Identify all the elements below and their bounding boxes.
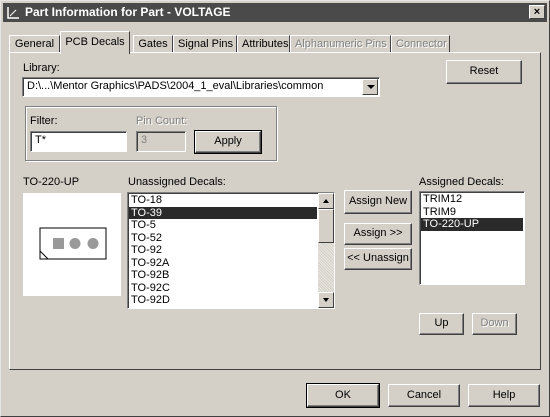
tab-signal-pins[interactable]: Signal Pins xyxy=(173,35,237,53)
list-item[interactable]: TO-92A xyxy=(129,257,317,270)
list-item[interactable]: TO-39 xyxy=(129,206,317,219)
tab-alphanumeric-pins: Alphanumeric Pins xyxy=(290,35,391,53)
list-item[interactable]: TO-5 xyxy=(129,219,317,232)
up-button[interactable]: Up xyxy=(419,313,464,335)
tab-gates[interactable]: Gates xyxy=(133,35,173,53)
ok-button[interactable]: OK xyxy=(306,383,380,408)
tab-connector: Connector xyxy=(391,35,450,53)
part-information-dialog: Part Information for Part - VOLTAGE × Ge… xyxy=(0,0,550,417)
list-item[interactable]: TRIM9 xyxy=(421,206,523,219)
list-item[interactable]: TO-220-UP xyxy=(421,218,523,231)
assigned-decals-label: Assigned Decals: xyxy=(419,176,504,188)
unassigned-decals-list[interactable]: TO-18 TO-39 TO-5 TO-52 TO-92 TO-92A TO-9… xyxy=(127,192,335,309)
pin-count-value: 3 xyxy=(141,134,148,146)
app-icon xyxy=(7,7,19,19)
library-combo[interactable]: D:\...\Mentor Graphics\PADS\2004_1_eval\… xyxy=(22,77,380,97)
preview-label: TO-220-UP xyxy=(23,176,80,188)
window-title: Part Information for Part - VOLTAGE xyxy=(25,5,231,19)
decal-preview-graphic xyxy=(39,227,107,260)
list-item[interactable]: TO-92 xyxy=(129,244,317,257)
vertical-scrollbar[interactable] xyxy=(318,193,334,308)
reset-button[interactable]: Reset xyxy=(446,60,522,84)
tab-attributes[interactable]: Attributes xyxy=(237,35,290,53)
list-item[interactable]: TRIM12 xyxy=(421,193,523,206)
unassigned-decals-label: Unassigned Decals: xyxy=(128,176,226,188)
pcb-decals-panel: Library: D:\...\Mentor Graphics\PADS\200… xyxy=(9,52,541,370)
list-item[interactable]: TO-92D xyxy=(129,294,317,307)
close-button[interactable]: × xyxy=(529,5,545,19)
pin-count-input: 3 xyxy=(136,131,186,152)
list-item[interactable]: TO-92B xyxy=(129,269,317,282)
apply-button[interactable]: Apply xyxy=(194,130,262,154)
assigned-decals-list[interactable]: TRIM12 TRIM9 TO-220-UP xyxy=(419,191,525,285)
cancel-button[interactable]: Cancel xyxy=(388,384,460,407)
filter-value: T* xyxy=(35,134,46,146)
pin-count-label: Pin Count: xyxy=(136,115,188,127)
scroll-down-icon[interactable] xyxy=(318,292,334,308)
tab-pcb-decals[interactable]: PCB Decals xyxy=(60,31,130,54)
filter-label: Filter: xyxy=(30,115,58,127)
help-button[interactable]: Help xyxy=(468,384,540,407)
unassign-button[interactable]: << Unassign xyxy=(344,248,412,270)
filter-input[interactable]: T* xyxy=(30,131,127,152)
list-item[interactable]: TO-18 xyxy=(129,194,317,207)
assign-button[interactable]: Assign >> xyxy=(344,223,412,245)
library-label: Library: xyxy=(23,62,60,74)
scroll-thumb[interactable] xyxy=(318,209,334,243)
close-icon: × xyxy=(533,6,541,18)
filter-group: Filter: T* Pin Count: 3 Apply xyxy=(25,106,277,161)
tab-general[interactable]: General xyxy=(9,35,60,53)
assign-new-button[interactable]: Assign New xyxy=(344,190,412,214)
library-value: D:\...\Mentor Graphics\PADS\2004_1_eval\… xyxy=(27,80,324,92)
decal-preview xyxy=(23,193,121,296)
list-item[interactable]: TO-52 xyxy=(129,232,317,245)
list-item[interactable]: TO-92C xyxy=(129,282,317,295)
down-button: Down xyxy=(472,313,517,335)
scroll-up-icon[interactable] xyxy=(318,193,334,209)
title-bar[interactable]: Part Information for Part - VOLTAGE × xyxy=(3,3,547,22)
chevron-down-icon[interactable] xyxy=(362,79,378,95)
